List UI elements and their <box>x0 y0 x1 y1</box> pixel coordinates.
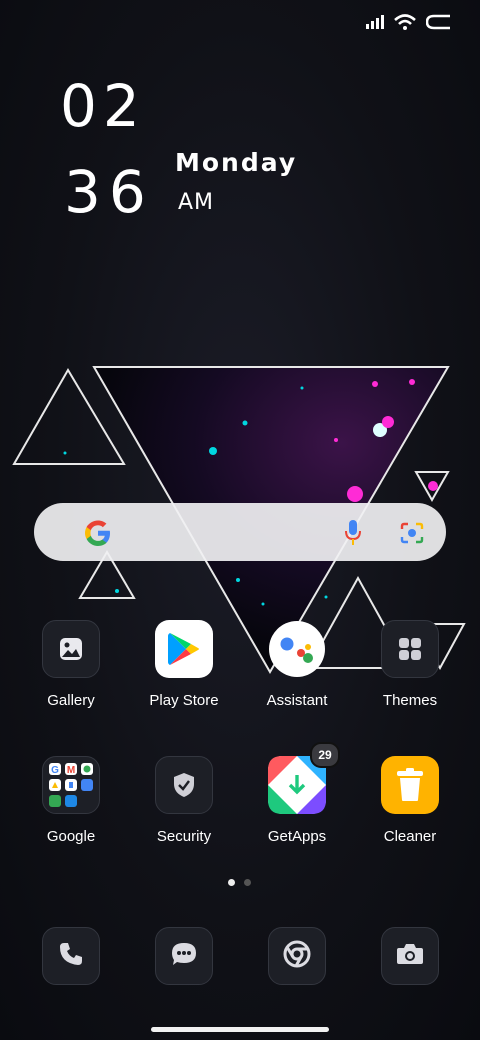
clock-ampm: AM <box>178 190 215 215</box>
app-label: Security <box>156 828 212 845</box>
gallery-icon <box>42 620 100 678</box>
app-themes[interactable]: Themes <box>355 620 465 709</box>
signal-icon <box>366 15 384 34</box>
assistant-icon <box>268 620 326 678</box>
dock-chrome[interactable] <box>268 927 326 985</box>
clock-hour[interactable]: 02 <box>60 72 146 140</box>
google-logo-icon <box>84 519 112 552</box>
chrome-icon <box>283 940 311 973</box>
voice-search-icon[interactable] <box>345 520 361 551</box>
themes-icon <box>381 620 439 678</box>
app-label: Play Store <box>149 692 219 709</box>
svg-text:G: G <box>51 765 59 776</box>
page-dot <box>244 879 251 886</box>
getapps-icon: 29 <box>268 742 340 814</box>
app-assistant[interactable]: Assistant <box>242 620 352 709</box>
google-folder-icon: G M <box>42 756 100 814</box>
status-bar <box>366 14 452 35</box>
page-indicator <box>228 879 251 886</box>
dock-camera[interactable] <box>381 927 439 985</box>
svg-text:M: M <box>67 765 75 776</box>
app-getapps[interactable]: 29 GetApps <box>242 742 352 845</box>
clock-day: Monday <box>175 148 298 177</box>
camera-icon <box>396 942 424 971</box>
app-label: Google <box>46 828 96 845</box>
messages-icon <box>170 941 198 972</box>
phone-icon <box>58 941 84 972</box>
google-search-bar[interactable] <box>34 503 446 561</box>
app-label: Themes <box>382 692 438 709</box>
clock-minute[interactable]: 36 <box>64 158 154 226</box>
app-label: Assistant <box>266 692 328 709</box>
cleaner-icon <box>381 756 439 814</box>
app-gallery[interactable]: Gallery <box>16 620 126 709</box>
dock-messages[interactable] <box>155 927 213 985</box>
app-security[interactable]: Security <box>129 756 239 845</box>
app-cleaner[interactable]: Cleaner <box>355 756 465 845</box>
security-icon <box>155 756 213 814</box>
app-label: GetApps <box>267 828 327 845</box>
app-label: Gallery <box>47 692 95 709</box>
notification-badge: 29 <box>310 742 340 768</box>
lens-camera-icon[interactable] <box>399 521 425 550</box>
play-store-icon <box>155 620 213 678</box>
app-label: Cleaner <box>383 828 437 845</box>
app-google-folder[interactable]: G M Google <box>16 756 126 845</box>
page-dot-active <box>228 879 235 886</box>
app-play-store[interactable]: Play Store <box>129 620 239 709</box>
dock-phone[interactable] <box>42 927 100 985</box>
home-gesture-bar[interactable] <box>151 1027 329 1032</box>
wifi-icon <box>394 14 416 35</box>
battery-icon <box>425 14 452 35</box>
